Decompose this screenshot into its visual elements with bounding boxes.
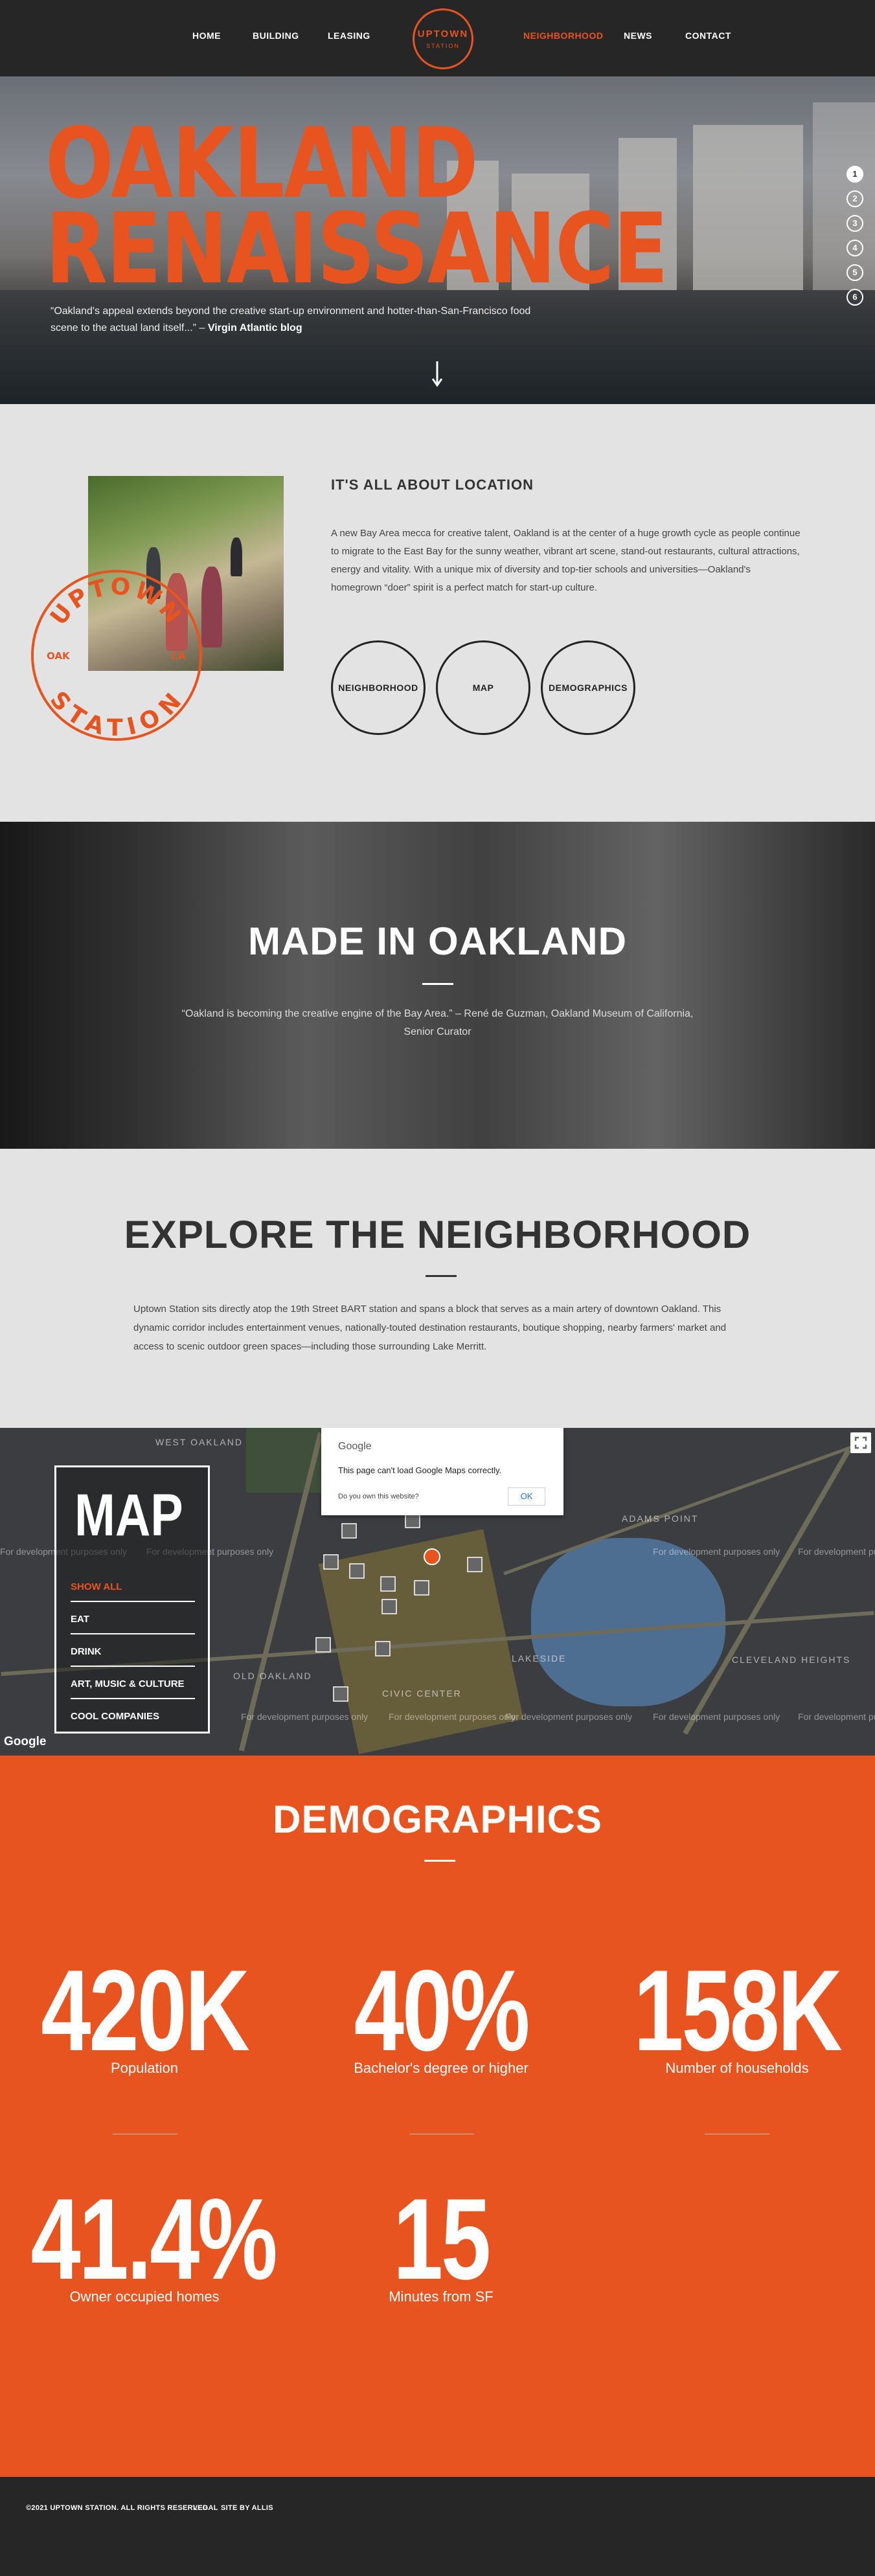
stat-label-population: Population <box>111 2060 178 2076</box>
stat-value-households: 158K <box>633 1946 843 2075</box>
dialog-own-question: Do you own this website? <box>338 1493 419 1500</box>
footer-credit-link[interactable]: SITE BY ALLIS <box>221 2504 273 2512</box>
location-body: A new Bay Area mecca for creative talent… <box>331 528 801 593</box>
nav-building[interactable]: BUILDING <box>253 30 299 41</box>
demographics-title: DEMOGRAPHICS <box>273 1798 602 1841</box>
nav-contact[interactable]: CONTACT <box>685 30 731 41</box>
map-panel-title: MAP <box>74 1482 183 1548</box>
filter-art-music-culture[interactable]: ART, MUSIC & CULTURE <box>71 1669 195 1699</box>
stat-label-households: Number of households <box>665 2060 809 2076</box>
top-navigation: HOME BUILDING LEASING UPTOWN STATION NEI… <box>0 0 875 76</box>
skyline-building <box>693 125 803 290</box>
section-dot-1[interactable]: 1 <box>847 166 863 183</box>
nav-leasing[interactable]: LEASING <box>328 30 370 41</box>
uptown-station-stamp: UPTOWN STATION OAK CA <box>31 570 202 741</box>
uptown-station-map-marker[interactable] <box>424 1548 440 1565</box>
dialog-ok-button[interactable]: OK <box>508 1487 545 1506</box>
stat-value-minutes-sf: 15 <box>392 2175 491 2303</box>
logo-word-station: STATION <box>426 43 460 49</box>
map-filter-panel: MAP SHOW ALL EAT DRINK ART, MUSIC & CULT… <box>54 1465 210 1734</box>
section-dot-6[interactable]: 6 <box>847 289 863 306</box>
nav-neighborhood[interactable]: NEIGHBORHOOD <box>523 30 603 41</box>
poi-marker[interactable] <box>467 1557 483 1572</box>
stamp-bottom-text: STATION <box>45 686 185 741</box>
made-in-oakland-section: MADE IN OAKLAND “Oakland is becoming the… <box>0 822 875 1149</box>
poi-marker[interactable] <box>341 1523 357 1539</box>
explore-section: EXPLORE THE NEIGHBORHOOD Uptown Station … <box>0 1149 875 1428</box>
explore-body: Uptown Station sits directly atop the 19… <box>133 1304 727 1352</box>
uptown-station-logo[interactable]: UPTOWN STATION <box>413 8 473 69</box>
demographics-section: DEMOGRAPHICS 420K Population 40% Bachelo… <box>0 1756 875 2477</box>
section-pagination: 1 2 3 4 5 6 <box>847 166 863 313</box>
poi-marker[interactable] <box>380 1576 396 1592</box>
footer-legal-link[interactable]: LEGAL <box>193 2504 218 2512</box>
hero-quote: “Oakland's appeal extends beyond the cre… <box>51 303 543 337</box>
demographics-button[interactable]: DEMOGRAPHICS <box>541 640 635 735</box>
location-section: UPTOWN STATION OAK CA IT'S ALL ABOUT LOC… <box>0 404 875 822</box>
poi-marker[interactable] <box>315 1637 331 1653</box>
made-quote: “Oakland is becoming the creative engine… <box>181 1008 694 1037</box>
footer-copyright: ©2021 UPTOWN STATION. ALL RIGHTS RESERVE… <box>26 2504 210 2512</box>
svg-text:UPTOWN: UPTOWN <box>45 573 188 630</box>
dialog-message: This page can't load Google Maps correct… <box>338 1465 502 1475</box>
scroll-down-arrow-icon[interactable] <box>432 361 442 387</box>
title-divider <box>422 983 453 985</box>
explore-title: EXPLORE THE NEIGHBORHOOD <box>124 1213 751 1256</box>
title-divider <box>424 1860 455 1862</box>
section-dot-4[interactable]: 4 <box>847 240 863 256</box>
location-heading: IT'S ALL ABOUT LOCATION <box>331 477 534 493</box>
stat-value-population: 420K <box>41 1946 250 2075</box>
google-maps-error-dialog: Google This page can't load Google Maps … <box>321 1428 563 1515</box>
filter-cool-companies[interactable]: COOL COMPANIES <box>71 1702 195 1732</box>
poi-marker[interactable] <box>349 1563 365 1579</box>
hero-title-line2: RENAISSANCE <box>45 193 668 306</box>
logo-word-uptown: UPTOWN <box>417 28 469 40</box>
stat-label-minutes-sf: Minutes from SF <box>389 2288 494 2305</box>
filter-eat[interactable]: EAT <box>71 1605 195 1634</box>
filter-show-all[interactable]: SHOW ALL <box>71 1572 195 1602</box>
google-watermark: Google <box>4 1735 47 1748</box>
stat-value-owner-occupied: 41.4% <box>30 2175 278 2303</box>
section-dot-5[interactable]: 5 <box>847 264 863 281</box>
stat-label-owner-occupied: Owner occupied homes <box>69 2288 220 2305</box>
filter-drink[interactable]: DRINK <box>71 1637 195 1667</box>
nav-home[interactable]: HOME <box>192 30 221 41</box>
poi-marker[interactable] <box>414 1580 429 1596</box>
map-button[interactable]: MAP <box>436 640 530 735</box>
nav-news[interactable]: NEWS <box>624 30 652 41</box>
title-divider <box>426 1275 457 1277</box>
section-dot-2[interactable]: 2 <box>847 190 863 207</box>
poi-marker[interactable] <box>333 1686 348 1702</box>
stat-value-bachelors: 40% <box>354 1946 530 2075</box>
poi-marker[interactable] <box>375 1641 391 1656</box>
photo-figure <box>231 537 242 576</box>
photo-figure <box>201 567 222 648</box>
poi-marker[interactable] <box>381 1599 397 1614</box>
stat-label-bachelors: Bachelor's degree or higher <box>354 2060 528 2076</box>
stamp-top-text: UPTOWN <box>45 573 185 630</box>
photo-overlay <box>0 822 875 1149</box>
fullscreen-icon <box>854 1436 867 1449</box>
section-dot-3[interactable]: 3 <box>847 215 863 232</box>
neighborhood-map[interactable]: WEST OAKLAND ADAMS POINT OLD OAKLAND LAK… <box>0 1428 875 1756</box>
poi-marker[interactable] <box>405 1513 420 1528</box>
skyline-building <box>813 102 875 290</box>
google-logo: Google <box>338 1441 372 1452</box>
poi-marker[interactable] <box>323 1554 339 1570</box>
stamp-right-text: CA <box>171 650 186 662</box>
stamp-left-text: OAK <box>47 650 71 662</box>
hero-quote-source: Virgin Atlantic blog <box>207 322 302 333</box>
hero-section: OAKLAND RENAISSANCE “Oakland's appeal ex… <box>0 76 875 404</box>
neighborhood-button[interactable]: NEIGHBORHOOD <box>331 640 426 735</box>
fullscreen-button[interactable] <box>850 1432 871 1453</box>
footer: ©2021 UPTOWN STATION. ALL RIGHTS RESERVE… <box>0 2477 875 2576</box>
svg-text:STATION: STATION <box>45 686 188 741</box>
made-title: MADE IN OAKLAND <box>248 920 627 963</box>
